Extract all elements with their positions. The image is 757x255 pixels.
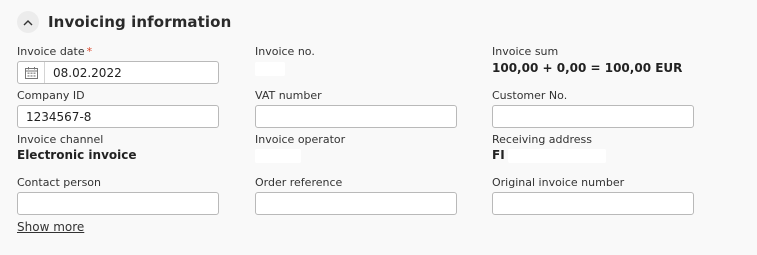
- invoice-no-label: Invoice no.: [255, 45, 315, 58]
- invoice-date-field[interactable]: 08.02.2022: [17, 61, 219, 84]
- order-reference-label: Order reference: [255, 176, 343, 189]
- invoice-channel-label: Invoice channel: [17, 133, 104, 146]
- company-id-label: Company ID: [17, 89, 85, 102]
- calendar-icon[interactable]: [18, 62, 45, 83]
- receiving-address-redacted: [508, 149, 606, 163]
- section-header: Invoicing information: [17, 11, 231, 33]
- company-id-field[interactable]: 1234567-8: [17, 105, 219, 128]
- collapse-button[interactable]: [17, 11, 39, 33]
- invoicing-information-panel: Invoicing information Invoice date * 08.0…: [0, 0, 757, 255]
- vat-number-field[interactable]: [255, 105, 457, 128]
- vat-number-label: VAT number: [255, 89, 322, 102]
- customer-no-field[interactable]: [492, 105, 694, 128]
- invoice-channel-value: Electronic invoice: [17, 148, 137, 162]
- invoice-date-label: Invoice date *: [17, 45, 92, 58]
- required-marker: *: [86, 45, 93, 58]
- invoice-no-value: [255, 62, 285, 76]
- chevron-up-icon: [23, 19, 33, 26]
- invoice-date-value[interactable]: 08.02.2022: [53, 66, 122, 80]
- invoice-sum-value: 100,00 + 0,00 = 100,00 EUR: [492, 61, 683, 75]
- invoice-date-label-text: Invoice date: [17, 45, 85, 58]
- original-invoice-number-label: Original invoice number: [492, 176, 625, 189]
- original-invoice-number-field[interactable]: [492, 192, 694, 215]
- customer-no-label: Customer No.: [492, 89, 568, 102]
- invoice-operator-value: [255, 149, 301, 163]
- invoice-sum-label: Invoice sum: [492, 45, 559, 58]
- show-more-link[interactable]: Show more: [17, 220, 84, 234]
- section-title: Invoicing information: [48, 13, 232, 31]
- receiving-address-label: Receiving address: [492, 133, 593, 146]
- receiving-address-value: FI: [492, 148, 505, 162]
- invoice-operator-label: Invoice operator: [255, 133, 346, 146]
- contact-person-label: Contact person: [17, 176, 101, 189]
- order-reference-field[interactable]: [255, 192, 457, 215]
- contact-person-field[interactable]: [17, 192, 219, 215]
